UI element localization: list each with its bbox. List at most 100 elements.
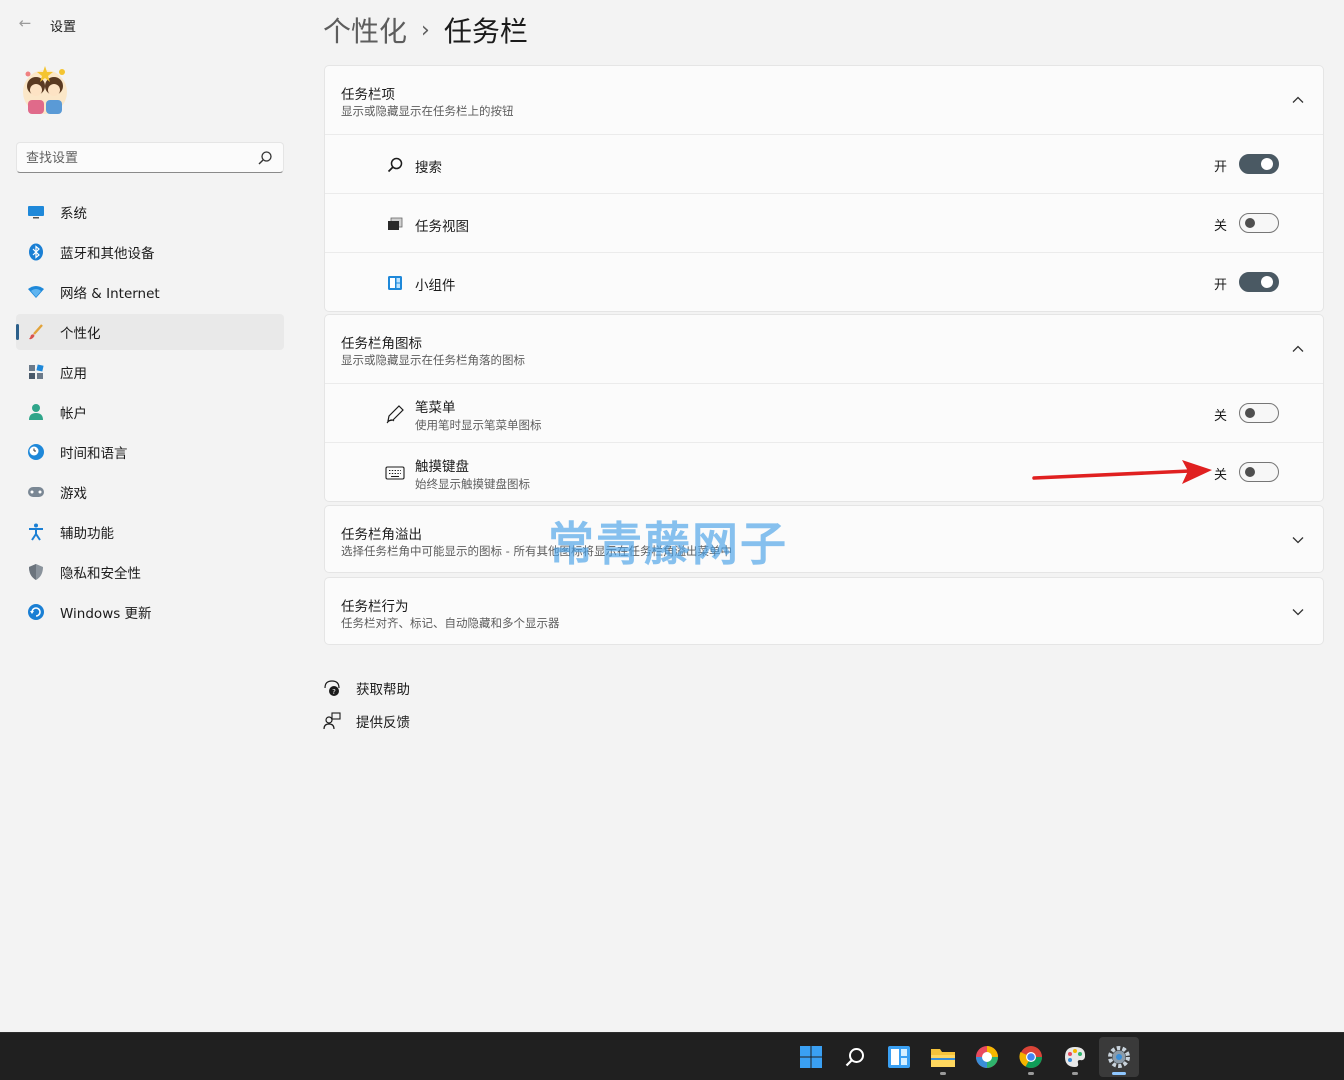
start-icon [800,1046,822,1068]
sidebar-item-label: 个性化 [60,326,101,342]
chevron-up-icon[interactable] [1291,92,1305,106]
toggle-knob [1261,158,1273,170]
brush-icon [27,323,45,341]
widgets-icon [385,273,405,293]
setting-row-search: 搜索 开 [325,134,1323,193]
chevron-up-icon[interactable] [1291,341,1305,355]
sidebar-item-apps[interactable]: 应用 [16,354,284,390]
section-subtitle: 任务栏对齐、标记、自动隐藏和多个显示器 [341,616,560,630]
breadcrumb: 个性化 › 任务栏 [323,8,528,52]
running-indicator [940,1072,946,1075]
sidebar-item-gaming[interactable]: 游戏 [16,474,284,510]
chevron-down-icon[interactable] [1291,532,1305,546]
sidebar-item-label: 游戏 [60,486,87,502]
toggle-knob [1261,276,1273,288]
sidebar-item-label: 系统 [60,206,87,222]
sidebar-item-label: Windows 更新 [60,606,152,622]
back-button[interactable]: ← [14,12,36,34]
section-subtitle: 显示或隐藏显示在任务栏上的按钮 [341,104,514,118]
taskbar-search-button[interactable] [835,1037,875,1077]
setting-row-widgets: 小组件 开 [325,252,1323,311]
give-feedback-link[interactable]: 提供反馈 [322,711,410,731]
colorful-app-icon [976,1046,998,1068]
corner-icons-header[interactable]: 任务栏角图标 显示或隐藏显示在任务栏角落的图标 [325,315,1323,383]
gamepad-icon [27,483,45,501]
sidebar-item-personalization[interactable]: 个性化 [16,314,284,350]
section-subtitle: 选择任务栏角中可能显示的图标 - 所有其他图标将显示在任务栏角溢出菜单中 [341,544,732,558]
avatar[interactable] [18,62,72,120]
setting-label: 触摸键盘 [415,459,469,475]
sidebar-item-accessibility[interactable]: 辅助功能 [16,514,284,550]
sidebar-item-label: 网络 & Internet [60,286,160,302]
setting-label: 搜索 [415,160,442,176]
get-help-link[interactable]: ? 获取帮助 [322,678,410,698]
toggle-state-text: 关 [1213,409,1227,424]
search-icon[interactable] [257,150,273,166]
sidebar-item-privacy[interactable]: 隐私和安全性 [16,554,284,590]
setting-row-pen-menu: 笔菜单 使用笔时显示笔菜单图标 关 [325,383,1323,442]
start-button[interactable] [791,1037,831,1077]
task-view-toggle[interactable] [1239,213,1279,233]
clock-globe-icon [27,443,45,461]
taskbar-settings-button[interactable] [1099,1037,1139,1077]
breadcrumb-separator: › [421,17,430,43]
corner-overflow-section[interactable]: 任务栏角溢出 选择任务栏角中可能显示的图标 - 所有其他图标将显示在任务栏角溢出… [324,505,1324,573]
breadcrumb-parent-link[interactable]: 个性化 [323,10,407,50]
settings-search-box[interactable] [16,142,284,173]
give-feedback-label: 提供反馈 [356,715,410,731]
section-title: 任务栏行为 [341,599,409,615]
svg-text:?: ? [332,688,336,696]
sidebar-item-label: 隐私和安全性 [60,566,141,582]
taskbar-file-explorer-button[interactable] [923,1037,963,1077]
settings-gear-icon [1108,1046,1130,1068]
search-toggle[interactable] [1239,154,1279,174]
sidebar-nav: 系统 蓝牙和其他设备 网络 & Internet 个性化 应用 帐户 时间和语言… [16,194,284,634]
taskbar-items-header[interactable]: 任务栏项 显示或隐藏显示在任务栏上的按钮 [325,66,1323,134]
sidebar-item-time-language[interactable]: 时间和语言 [16,434,284,470]
taskbar-colorful-app-button[interactable] [967,1037,1007,1077]
chevron-down-icon[interactable] [1291,604,1305,618]
taskbar-items-section: 任务栏项 显示或隐藏显示在任务栏上的按钮 搜索 开 任务视图 关 小组件 开 [324,65,1324,312]
update-icon [27,603,45,621]
widgets-icon [888,1046,910,1068]
toggle-state-text: 关 [1213,219,1227,234]
person-icon [27,403,45,421]
chrome-icon [1019,1046,1042,1068]
sidebar-item-network[interactable]: 网络 & Internet [16,274,284,310]
toggle-state-text: 开 [1213,278,1227,293]
sidebar-item-accounts[interactable]: 帐户 [16,394,284,430]
task-view-icon [385,214,405,234]
toggle-knob [1245,408,1255,418]
feedback-icon [322,711,342,731]
sidebar-item-system[interactable]: 系统 [16,194,284,230]
setting-label: 笔菜单 [415,400,456,416]
taskbar-paint-button[interactable] [1055,1037,1095,1077]
section-title: 任务栏角溢出 [341,527,422,543]
setting-row-task-view: 任务视图 关 [325,193,1323,252]
taskbar-behaviors-section[interactable]: 任务栏行为 任务栏对齐、标记、自动隐藏和多个显示器 [324,577,1324,645]
widgets-toggle[interactable] [1239,272,1279,292]
taskbar-widgets-button[interactable] [879,1037,919,1077]
bluetooth-icon [27,243,45,261]
accessibility-icon [27,523,45,541]
toggle-knob [1245,218,1255,228]
setting-description: 始终显示触摸键盘图标 [415,477,530,491]
search-icon [385,155,405,175]
corner-overflow-header[interactable]: 任务栏角溢出 选择任务栏角中可能显示的图标 - 所有其他图标将显示在任务栏角溢出… [325,506,1323,572]
taskbar-chrome-button[interactable] [1011,1037,1051,1077]
toggle-state-text: 关 [1213,468,1227,483]
annotation-arrow-icon [1032,460,1212,484]
taskbar-behaviors-header[interactable]: 任务栏行为 任务栏对齐、标记、自动隐藏和多个显示器 [325,578,1323,644]
sidebar-item-bluetooth[interactable]: 蓝牙和其他设备 [16,234,284,270]
get-help-label: 获取帮助 [356,682,410,698]
toggle-knob [1245,467,1255,477]
touch-keyboard-toggle[interactable] [1239,462,1279,482]
title-bar: ← 设置 [0,0,310,48]
help-icon: ? [322,678,342,698]
shield-icon [27,563,45,581]
search-input[interactable] [26,148,246,168]
apps-icon [27,363,45,381]
pen-menu-toggle[interactable] [1239,403,1279,423]
setting-description: 使用笔时显示笔菜单图标 [415,418,542,432]
sidebar-item-windows-update[interactable]: Windows 更新 [16,594,284,630]
